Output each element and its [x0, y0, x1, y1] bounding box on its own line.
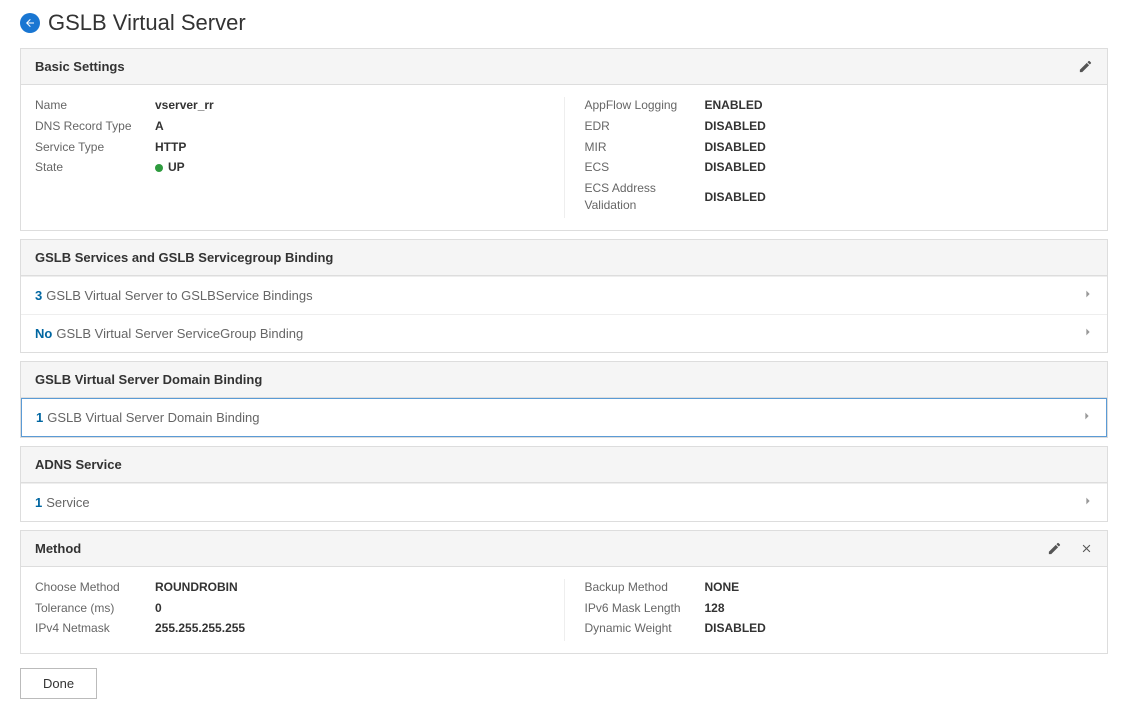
chevron-right-icon: [1082, 409, 1092, 426]
value-mir: DISABLED: [705, 139, 766, 156]
panel-domain-binding: GSLB Virtual Server Domain Binding 1 GSLB…: [20, 361, 1108, 438]
label-appflow: AppFlow Logging: [585, 97, 705, 114]
panel-header-basic: Basic Settings: [35, 59, 125, 74]
panel-header-method: Method: [35, 541, 81, 556]
panel-method: Method Choose MethodROUNDROBIN Tolerance…: [20, 530, 1108, 654]
panel-header-adns: ADNS Service: [35, 457, 122, 472]
label-choose-method: Choose Method: [35, 579, 155, 596]
row-gslbservice-bindings[interactable]: 3 GSLB Virtual Server to GSLBService Bind…: [21, 276, 1107, 314]
row-count: No: [35, 326, 52, 341]
label-dynamic-weight: Dynamic Weight: [585, 620, 705, 637]
chevron-right-icon: [1083, 494, 1093, 511]
label-tolerance: Tolerance (ms): [35, 600, 155, 617]
value-dns-record-type: A: [155, 118, 164, 135]
row-count: 1: [35, 495, 42, 510]
status-dot-icon: [155, 164, 163, 172]
row-count: 3: [35, 288, 42, 303]
label-ecs: ECS: [585, 159, 705, 176]
row-text: GSLB Virtual Server ServiceGroup Binding: [56, 326, 303, 341]
page-title: GSLB Virtual Server: [48, 10, 246, 36]
panel-services: GSLB Services and GSLB Servicegroup Bind…: [20, 239, 1108, 353]
label-state: State: [35, 159, 155, 176]
row-servicegroup-binding[interactable]: No GSLB Virtual Server ServiceGroup Bindi…: [21, 314, 1107, 352]
value-ipv6-mask: 128: [705, 600, 725, 617]
panel-basic-settings: Basic Settings Namevserver_rr DNS Record…: [20, 48, 1108, 231]
panel-header-services: GSLB Services and GSLB Servicegroup Bind…: [35, 250, 333, 265]
value-ecs: DISABLED: [705, 159, 766, 176]
value-appflow: ENABLED: [705, 97, 763, 114]
close-icon[interactable]: [1080, 542, 1093, 555]
value-tolerance: 0: [155, 600, 162, 617]
label-mir: MIR: [585, 139, 705, 156]
label-ipv6-mask: IPv6 Mask Length: [585, 600, 705, 617]
row-domain-binding[interactable]: 1 GSLB Virtual Server Domain Binding: [21, 398, 1107, 437]
row-adns-service[interactable]: 1 Service: [21, 483, 1107, 521]
label-ipv4-netmask: IPv4 Netmask: [35, 620, 155, 637]
label-dns-record-type: DNS Record Type: [35, 118, 155, 135]
row-text: Service: [46, 495, 89, 510]
row-text: GSLB Virtual Server to GSLBService Bindi…: [46, 288, 312, 303]
label-edr: EDR: [585, 118, 705, 135]
chevron-right-icon: [1083, 287, 1093, 304]
value-choose-method: ROUNDROBIN: [155, 579, 238, 596]
done-button[interactable]: Done: [20, 668, 97, 699]
panel-header-domain: GSLB Virtual Server Domain Binding: [35, 372, 262, 387]
panel-adns: ADNS Service 1 Service: [20, 446, 1108, 522]
label-ecs-validation: ECS Address Validation: [585, 180, 705, 214]
edit-icon[interactable]: [1047, 541, 1062, 556]
row-count: 1: [36, 410, 43, 425]
value-edr: DISABLED: [705, 118, 766, 135]
edit-icon[interactable]: [1078, 59, 1093, 74]
value-service-type: HTTP: [155, 139, 186, 156]
label-service-type: Service Type: [35, 139, 155, 156]
chevron-right-icon: [1083, 325, 1093, 342]
value-backup-method: NONE: [705, 579, 740, 596]
label-backup-method: Backup Method: [585, 579, 705, 596]
label-name: Name: [35, 97, 155, 114]
back-icon[interactable]: [20, 13, 40, 33]
row-text: GSLB Virtual Server Domain Binding: [47, 410, 259, 425]
value-dynamic-weight: DISABLED: [705, 620, 766, 637]
value-ipv4-netmask: 255.255.255.255: [155, 620, 245, 637]
value-state: UP: [168, 159, 185, 176]
value-ecs-validation: DISABLED: [705, 180, 766, 214]
value-name: vserver_rr: [155, 97, 214, 114]
